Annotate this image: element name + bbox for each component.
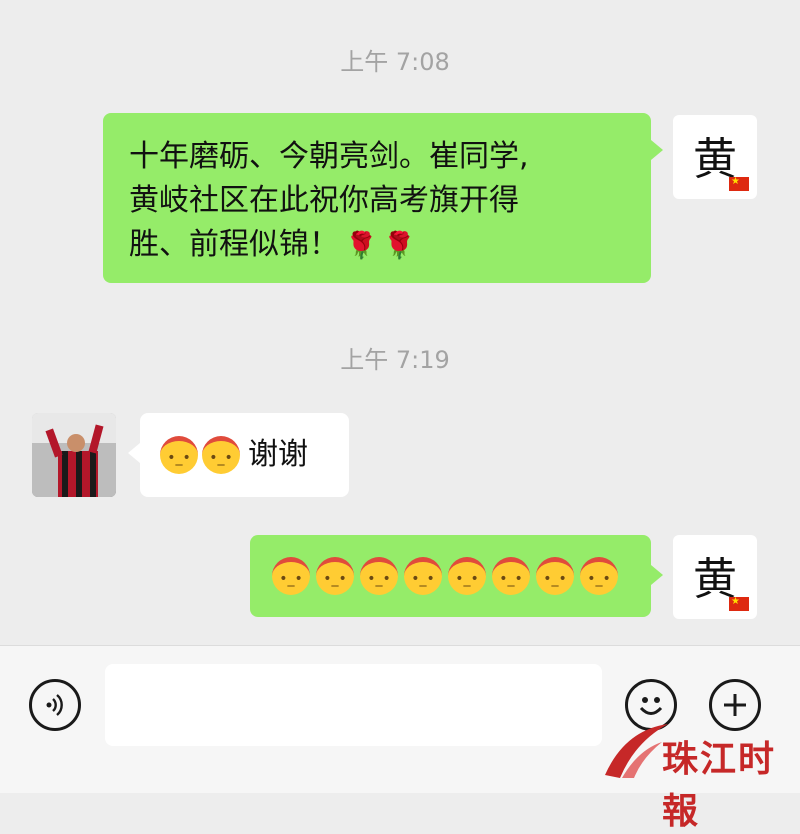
message-text: 谢谢 [248, 437, 308, 472]
avatar-other[interactable] [32, 413, 116, 497]
salute-emoji: •_• [202, 436, 240, 474]
bubble-tail [651, 140, 663, 160]
salute-emoji: •_• [160, 436, 198, 474]
salute-emoji: •_• [272, 557, 310, 595]
salute-emoji: •_• [536, 557, 574, 595]
salute-emoji: •_• [580, 557, 618, 595]
china-flag-icon [729, 175, 749, 191]
avatar-self[interactable]: 黄 [673, 535, 757, 619]
smiley-face-icon [639, 697, 663, 715]
message-bubble-self[interactable]: •_• •_• •_• •_• •_• •_• •_• •_• [250, 535, 651, 617]
footballer-photo-icon [32, 413, 116, 497]
watermark-swoosh-icon [605, 724, 668, 778]
message-input[interactable] [105, 664, 602, 746]
timestamp: 上午 7:08 [340, 48, 450, 76]
voice-waves-icon [46, 694, 63, 716]
avatar-self[interactable]: 黄 [673, 115, 757, 199]
plus-sign-icon [724, 694, 746, 716]
salute-emoji: •_• [448, 557, 486, 595]
rose-icon: 🌹 [345, 231, 378, 261]
salute-emoji: •_• [404, 557, 442, 595]
bubble-tail [651, 565, 663, 585]
message-bubble-self[interactable]: 十年磨砺、今朝亮剑。崔同学, 黄岐社区在此祝你高考旗开得 胜、前程似锦！ 🌹 🌹 [103, 113, 651, 283]
message-text: 十年磨砺、今朝亮剑。崔同学, 黄岐社区在此祝你高考旗开得 胜、前程似锦！ [129, 139, 529, 262]
rose-icon: 🌹 [383, 231, 416, 261]
timestamp: 上午 7:19 [340, 346, 450, 374]
salute-emoji: •_• [492, 557, 530, 595]
salute-emoji: •_• [316, 557, 354, 595]
bubble-tail [128, 443, 140, 463]
chat-area: 上午 7:08 十年磨砺、今朝亮剑。崔同学, 黄岐社区在此祝你高考旗开得 胜、前… [0, 0, 800, 645]
china-flag-icon [729, 595, 749, 611]
message-bubble-other[interactable]: •_• •_• 谢谢 [140, 413, 349, 497]
watermark-text: 珠江时報 [662, 739, 777, 832]
voice-icon[interactable] [29, 679, 81, 731]
salute-emoji: •_• [360, 557, 398, 595]
newspaper-watermark: 珠江时報 [600, 720, 795, 832]
